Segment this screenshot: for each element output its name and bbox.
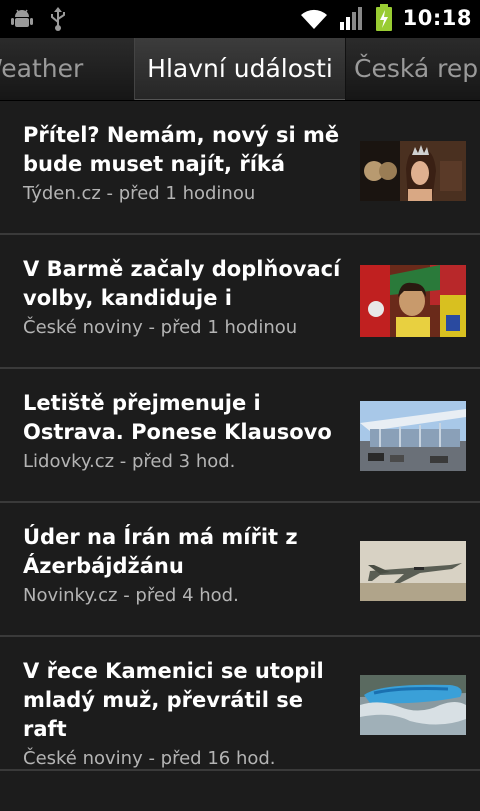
news-source: České noviny - před 1 hodinou [23,317,298,338]
news-source: Novinky.cz - před 4 hod. [23,585,239,606]
news-title: Úder na Írán má mířit z Ázerbájdžánu [23,525,298,578]
news-source: Týden.cz - před 1 hodinou [23,183,256,204]
news-item[interactable]: Letiště přejmenuje i Ostrava. Ponese Kla… [0,369,480,503]
tab-ceska-republika[interactable]: Česká republika [354,38,480,100]
news-item-partial[interactable] [0,771,480,811]
battery-charging-icon [375,4,393,32]
barma-election-photo [360,265,466,337]
tab-weather[interactable]: Weather [0,38,83,100]
section-tabs: Weather Hlavní události Česká republika [0,38,480,101]
fighter-jet-photo [360,541,466,601]
news-item[interactable]: V řece Kamenici se utopil mladý muž, pře… [0,637,480,771]
android-debug-icon [10,7,34,31]
news-title: Přítel? Nemám, nový si mě bude muset naj… [23,123,340,176]
airport-terminal-photo [360,401,466,471]
signal-icon [339,5,365,31]
wifi-icon [299,5,329,31]
clock: 10:18 [402,6,472,30]
pageant-contestant-photo [360,141,466,201]
news-title: V Barmě začaly doplňovací volby, kandidu… [23,257,341,310]
news-source: Lidovky.cz - před 3 hod. [23,451,236,472]
news-list: Přítel? Nemám, nový si mě bude muset naj… [0,101,480,811]
status-bar: 10:18 [0,0,480,38]
river-raft-photo [360,675,466,735]
usb-icon [48,6,68,32]
news-title: Letiště přejmenuje i Ostrava. Ponese Kla… [23,391,332,444]
news-item[interactable]: V Barmě začaly doplňovací volby, kandidu… [0,235,480,369]
news-title: V řece Kamenici se utopil mladý muž, pře… [23,659,324,741]
tab-hlavni-udalosti[interactable]: Hlavní události [134,38,346,100]
news-item[interactable]: Přítel? Nemám, nový si mě bude muset naj… [0,101,480,235]
news-item[interactable]: Úder na Írán má mířit z Ázerbájdžánu Nov… [0,503,480,637]
news-source: České noviny - před 16 hod. [23,748,276,769]
